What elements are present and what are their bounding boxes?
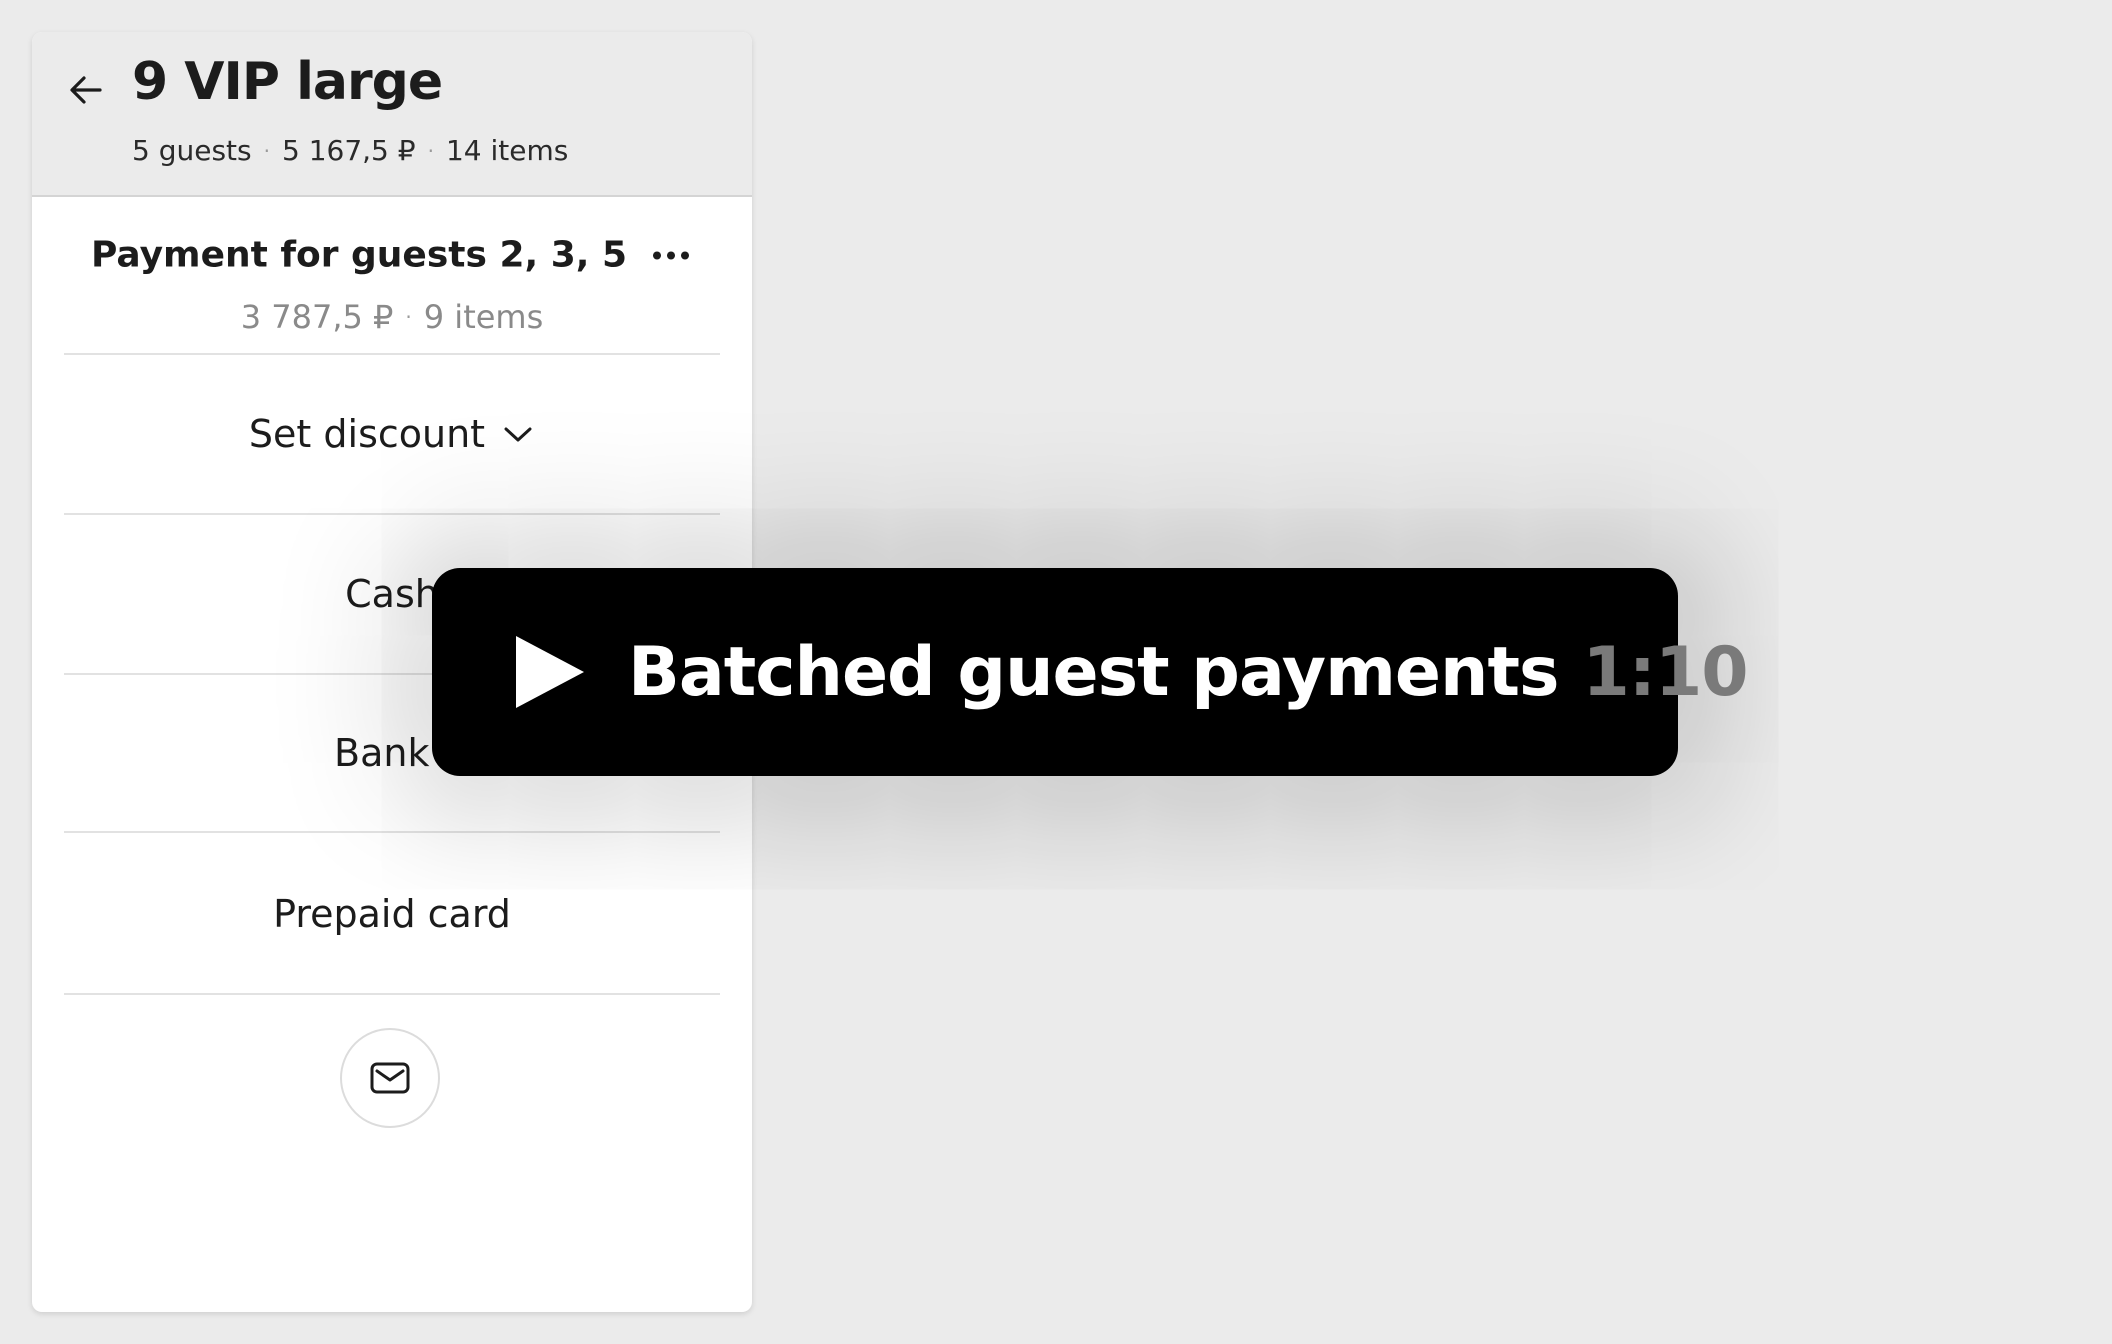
subpayment-summary: Payment for guests 2, 3, 5 3 787,5 ₽ · 9… (64, 195, 720, 355)
order-total: 5 167,5 ₽ (281, 134, 416, 167)
back-button[interactable] (58, 62, 114, 118)
mail-icon (370, 1062, 410, 1094)
send-email-button[interactable] (340, 1028, 440, 1128)
separator-dot: · (263, 138, 270, 163)
set-discount-button[interactable]: Set discount (64, 355, 720, 515)
subpayment-items: 9 items (423, 298, 544, 336)
subpayment-title: Payment for guests 2, 3, 5 (90, 234, 628, 276)
arrow-left-icon (70, 76, 102, 104)
subpayment-title-row: Payment for guests 2, 3, 5 (64, 235, 720, 276)
more-horizontal-icon (653, 251, 690, 259)
chevron-down-icon (501, 423, 535, 445)
guest-count: 5 guests (132, 134, 252, 167)
video-duration: 1:10 (1582, 632, 1748, 712)
video-title: Batched guest payments (628, 632, 1559, 712)
separator-dot: · (427, 138, 434, 163)
set-discount-label: Set discount (248, 412, 486, 456)
prepaid-card-payment-button[interactable]: Prepaid card (64, 835, 720, 995)
order-header: 9 VIP large 5 guests · 5 167,5 ₽ · 14 it… (32, 32, 752, 197)
page-title: 9 VIP large (132, 52, 443, 112)
play-icon (512, 632, 588, 712)
prepaid-card-label: Prepaid card (273, 892, 511, 936)
more-options-button[interactable] (649, 235, 693, 275)
subpayment-amount: 3 787,5 ₽ (240, 298, 394, 336)
subpayment-meta: 3 787,5 ₽ · 9 items (64, 298, 720, 336)
video-tutorial-badge[interactable]: Batched guest payments 1:10 (432, 568, 1749, 776)
cash-label: Cash (345, 572, 439, 616)
order-summary: 5 guests · 5 167,5 ₽ · 14 items (132, 134, 568, 167)
separator-dot: · (405, 305, 412, 329)
item-count: 14 items (445, 134, 569, 167)
